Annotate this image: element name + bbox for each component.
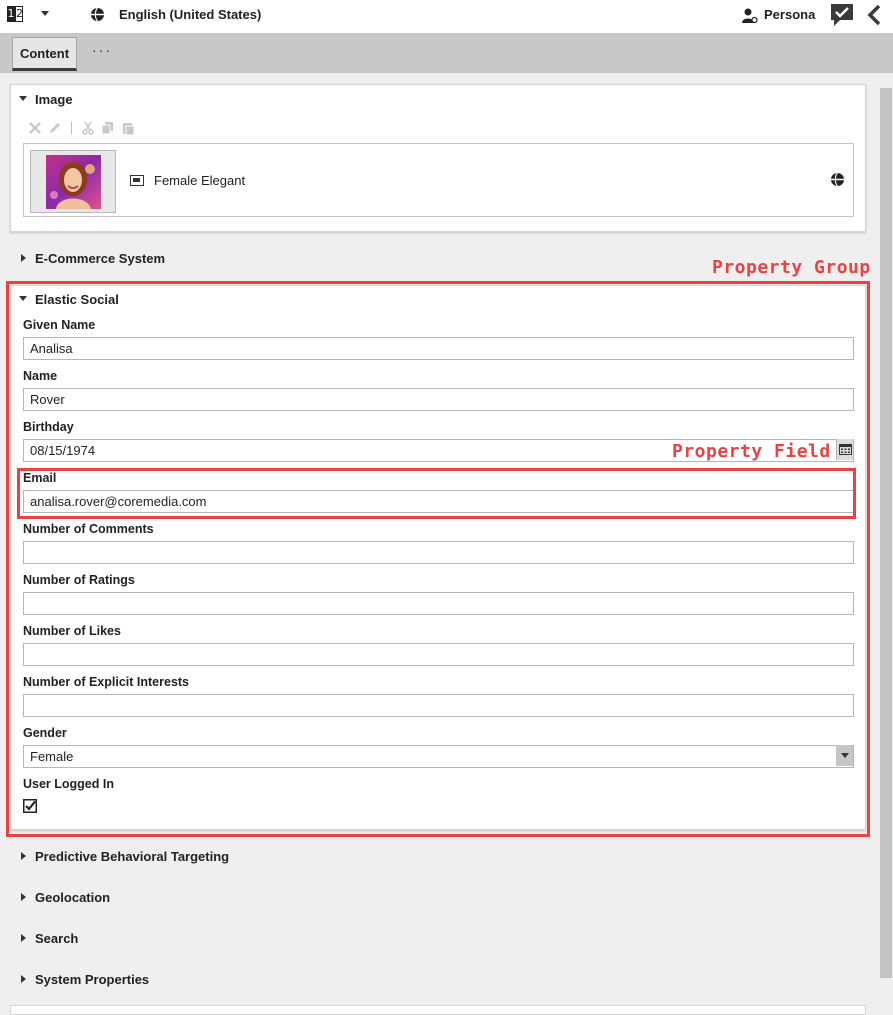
caret-right-icon[interactable]	[21, 975, 26, 983]
split-view-dropdown-icon[interactable]	[41, 11, 49, 16]
persona-icon[interactable]	[742, 7, 758, 24]
tab-content[interactable]: Content	[12, 37, 77, 71]
globe-icon	[830, 172, 845, 187]
property-group-highlight	[6, 281, 870, 837]
globe-icon	[90, 7, 105, 22]
property-group-annotation: Property Group	[712, 257, 871, 278]
split-view-right: 2	[15, 6, 23, 22]
geolocation-group-title[interactable]: Geolocation	[35, 890, 110, 905]
image-thumbnail-frame	[30, 150, 116, 213]
ecommerce-group-title[interactable]: E-Commerce System	[35, 251, 165, 266]
tab-more-button[interactable]: ···	[92, 42, 112, 58]
next-property-group	[10, 1005, 866, 1015]
picture-icon	[130, 175, 144, 186]
split-view-left: 1	[7, 6, 15, 22]
system-group-title[interactable]: System Properties	[35, 972, 149, 987]
predictive-group-title[interactable]: Predictive Behavioral Targeting	[35, 849, 229, 864]
chevron-left-icon[interactable]	[866, 4, 882, 26]
caret-right-icon[interactable]	[21, 852, 26, 860]
toolbar-separator	[71, 122, 72, 134]
property-field-highlight	[17, 468, 856, 519]
persona-label[interactable]: Persona	[764, 7, 815, 22]
caret-right-icon[interactable]	[21, 893, 26, 901]
image-name[interactable]: Female Elegant	[154, 173, 245, 188]
remove-icon[interactable]	[28, 121, 42, 135]
scrollbar[interactable]	[880, 88, 892, 978]
image-toolbar	[28, 121, 135, 135]
top-toolbar: 1 2 English (United States) Persona	[0, 0, 893, 33]
caret-right-icon[interactable]	[21, 254, 26, 262]
cut-icon[interactable]	[81, 121, 95, 135]
copy-icon[interactable]	[101, 121, 115, 135]
split-view-icon[interactable]: 1 2	[7, 6, 23, 22]
image-thumbnail	[46, 155, 101, 209]
edit-icon[interactable]	[48, 121, 62, 135]
search-group-title[interactable]: Search	[35, 931, 78, 946]
caret-down-icon[interactable]	[19, 96, 27, 101]
caret-right-icon[interactable]	[21, 934, 26, 942]
linked-image-row[interactable]: Female Elegant	[23, 143, 854, 217]
property-field-annotation: Property Field	[672, 441, 831, 462]
paste-icon[interactable]	[121, 121, 135, 135]
comment-check-icon[interactable]	[830, 3, 854, 27]
locale-selector[interactable]: English (United States)	[119, 7, 261, 22]
tab-strip: Content ···	[0, 33, 893, 73]
image-group-title[interactable]: Image	[35, 92, 73, 107]
